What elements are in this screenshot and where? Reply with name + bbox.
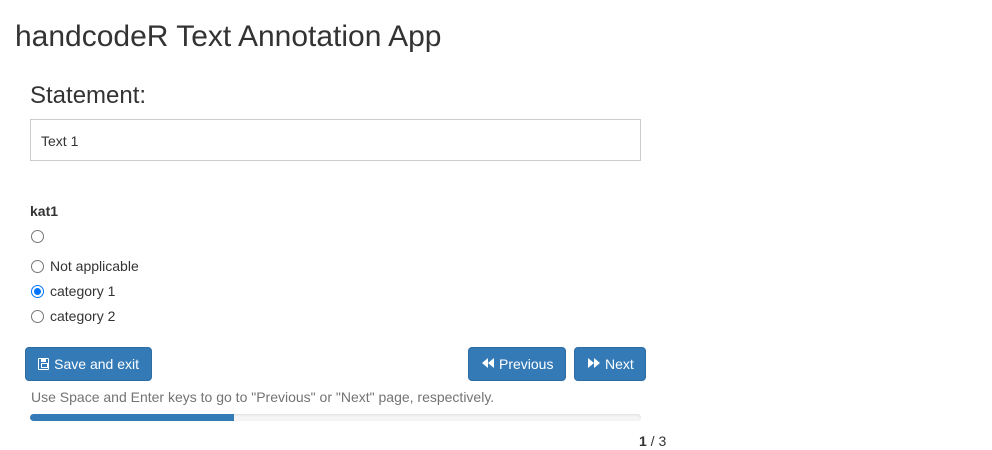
next-button[interactable]: Next [574,347,646,381]
question-label: kat1 [30,203,59,219]
previous-button[interactable]: Previous [468,347,566,381]
progress-bar [30,414,641,421]
radio-option-not-applicable[interactable]: Not applicable [30,256,139,276]
radio-option-label: category 2 [50,308,116,324]
radio-option-category-1[interactable]: category 1 [30,281,115,301]
statement-text-box: Text 1 [30,119,641,161]
page-separator: / [646,433,659,449]
radio-option-category-2[interactable]: category 2 [30,306,115,326]
radio-button-category-1[interactable] [31,284,44,298]
statement-text: Text 1 [41,133,79,149]
save-and-exit-button[interactable]: Save and exit [25,347,152,381]
previous-button-label: Previous [499,356,554,372]
app-title: handcodeR Text Annotation App [15,20,442,53]
radio-button-blank[interactable] [31,229,44,243]
page-current: 1 [639,433,647,449]
radio-button-category-2[interactable] [31,309,44,323]
next-button-label: Next [605,356,634,372]
save-button-label: Save and exit [54,356,139,372]
statement-heading: Statement: [30,82,147,109]
radio-option-blank[interactable] [30,226,50,246]
progress-bar-fill [30,414,234,421]
keyboard-help-text: Use Space and Enter keys to go to "Previ… [31,389,495,405]
radio-option-label: Not applicable [50,258,139,274]
page-counter: 1 / 3 [639,432,666,450]
radio-option-label: category 1 [50,283,116,299]
floppy-disk-icon [38,358,50,370]
backward-icon [481,357,495,372]
radio-button-not-applicable[interactable] [31,259,44,273]
forward-icon [587,357,601,372]
page-total: 3 [658,433,667,449]
